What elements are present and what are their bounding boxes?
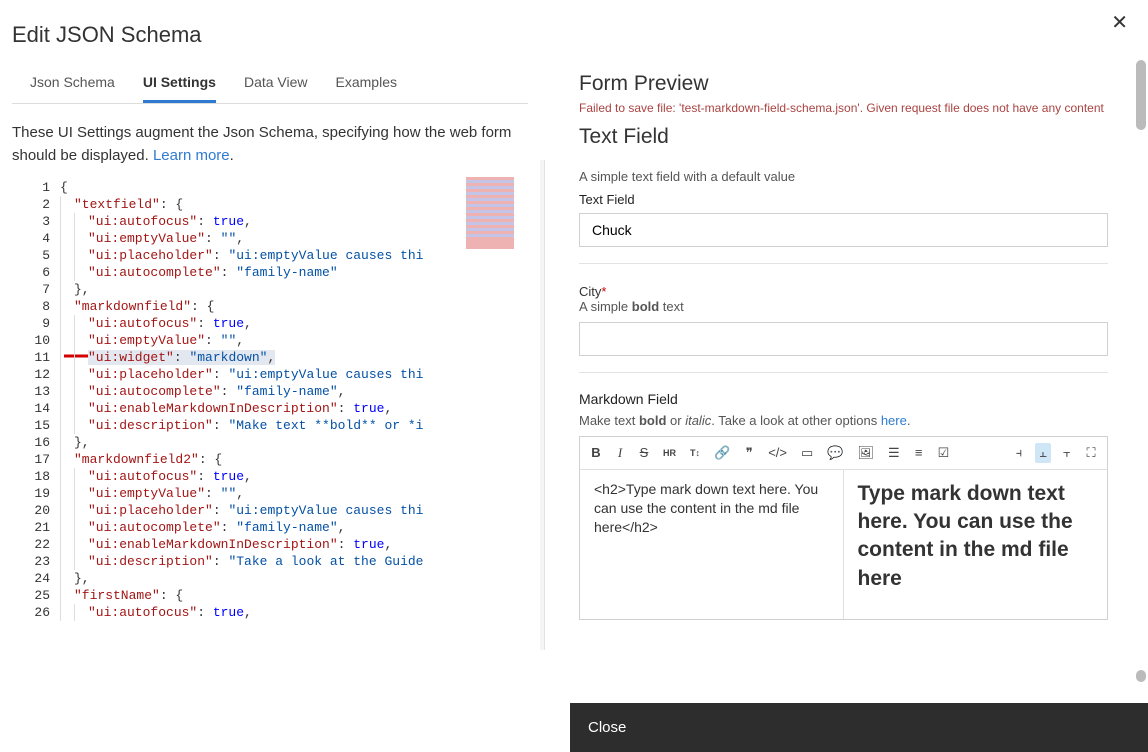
textfield-input[interactable] <box>579 213 1108 247</box>
learn-more-link[interactable]: Learn more <box>153 147 230 164</box>
preview-error: Failed to save file: 'test-markdown-fiel… <box>579 100 1108 117</box>
ol-icon[interactable]: ≡ <box>911 443 927 462</box>
markdown-subtitle: Make text bold or italic. Take a look at… <box>579 413 1108 428</box>
bold-icon[interactable]: B <box>588 443 604 462</box>
city-label: City* <box>579 284 1108 299</box>
editor-code[interactable]: {"textfield": {"ui:autofocus": true,"ui:… <box>60 177 528 657</box>
editor-minimap[interactable] <box>466 177 514 249</box>
tab-data-view[interactable]: Data View <box>244 74 308 103</box>
md-source[interactable]: <h2>Type mark down text here. You can us… <box>580 470 844 619</box>
markdown-section: Markdown Field Make text bold or italic.… <box>579 373 1108 620</box>
city-subtitle: A simple bold text <box>579 299 1108 314</box>
italic-icon[interactable]: I <box>612 443 628 463</box>
md-preview: Type mark down text here. You can use th… <box>844 470 1108 619</box>
scrollbar-thumb-bottom[interactable] <box>1136 670 1146 682</box>
md-here-link[interactable]: here <box>881 413 907 428</box>
help-text: These UI Settings augment the Json Schem… <box>12 104 528 177</box>
tab-examples[interactable]: Examples <box>336 74 397 103</box>
preview-title: Form Preview <box>579 72 1108 96</box>
link-icon[interactable]: 🔗 <box>711 443 733 463</box>
layout1-icon[interactable]: ⫞ <box>1011 443 1027 463</box>
footer-bar: Close <box>570 703 1148 752</box>
tabs: Json Schema UI Settings Data View Exampl… <box>12 58 528 104</box>
comment-icon[interactable]: 💬 <box>824 443 846 463</box>
quote-icon[interactable]: ❞ <box>741 443 757 463</box>
required-star: * <box>601 284 606 299</box>
heading-icon[interactable]: T↕ <box>687 446 703 460</box>
content-row: Json Schema UI Settings Data View Exampl… <box>0 58 1148 653</box>
close-button[interactable]: Close <box>588 719 626 736</box>
fullscreen-icon[interactable]: ⛶ <box>1083 443 1099 463</box>
left-panel: Json Schema UI Settings Data View Exampl… <box>0 58 540 653</box>
markdown-label: Markdown Field <box>579 391 1108 407</box>
text-field-section: A simple text field with a default value… <box>579 149 1108 264</box>
close-icon[interactable]: ✕ <box>1111 10 1128 35</box>
textfield-label: Text Field <box>579 192 1108 207</box>
hr-icon[interactable]: HR <box>660 446 679 460</box>
editor-gutter: 1234567891011121314151617181920212223242… <box>12 177 60 657</box>
help-body: These UI Settings augment the Json Schem… <box>12 124 511 164</box>
tab-ui-settings[interactable]: UI Settings <box>143 74 216 103</box>
code-icon[interactable]: </> <box>765 443 790 462</box>
codeblock-icon[interactable]: ▭ <box>798 443 816 463</box>
ul-icon[interactable]: ☰ <box>885 443 903 463</box>
city-section: City* A simple bold text <box>579 264 1108 373</box>
form-header: Text Field <box>579 125 1108 149</box>
city-input[interactable] <box>579 322 1108 356</box>
task-icon[interactable]: ☑ <box>935 443 953 463</box>
md-toolbar: B I S HR T↕ 🔗 ❞ </> ▭ 💬 🖼 ☰ ≡ ☑ ⫞ ⫠ ⫟ ⛶ <box>579 436 1108 470</box>
right-panel: Form Preview Failed to save file: 'test-… <box>545 58 1148 653</box>
dialog-title: Edit JSON Schema <box>0 0 1148 58</box>
image-icon[interactable]: 🖼 <box>854 443 877 463</box>
tab-json-schema[interactable]: Json Schema <box>30 74 115 103</box>
layout3-icon[interactable]: ⫟ <box>1059 443 1075 463</box>
scrollbar-thumb[interactable] <box>1136 60 1146 130</box>
strike-icon[interactable]: S <box>636 443 652 462</box>
layout2-icon[interactable]: ⫠ <box>1035 443 1051 463</box>
textfield-subtitle: A simple text field with a default value <box>579 169 1108 184</box>
code-editor[interactable]: 1234567891011121314151617181920212223242… <box>12 177 528 657</box>
md-body: <h2>Type mark down text here. You can us… <box>579 470 1108 620</box>
